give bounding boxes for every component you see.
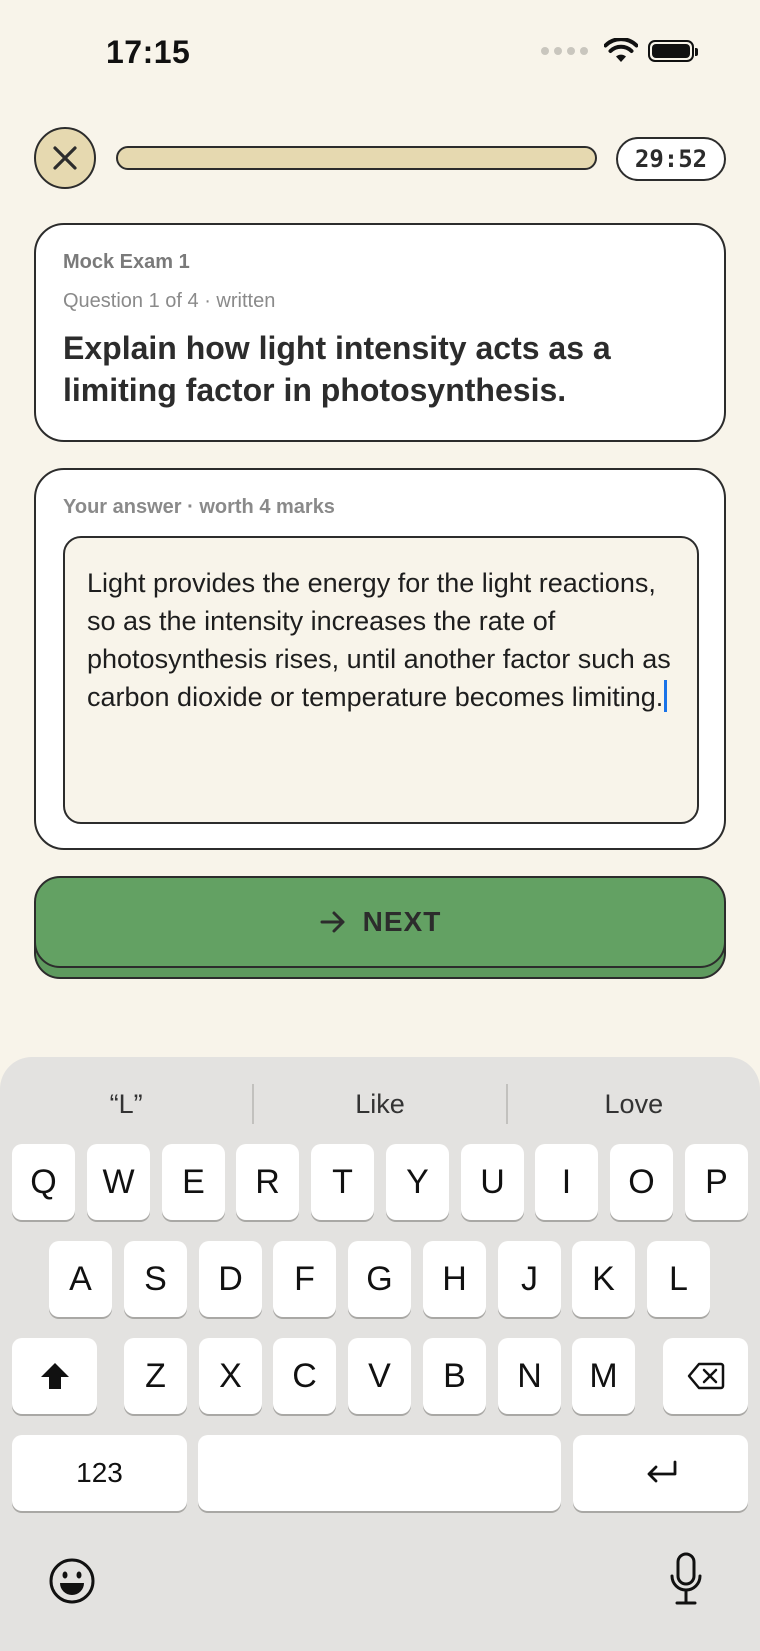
key[interactable]: D bbox=[199, 1241, 262, 1317]
emoji-button[interactable] bbox=[48, 1557, 96, 1605]
return-key[interactable] bbox=[573, 1435, 748, 1511]
suggestion-item[interactable]: Love bbox=[508, 1089, 760, 1120]
key[interactable]: W bbox=[87, 1144, 150, 1220]
key[interactable]: X bbox=[199, 1338, 262, 1414]
suggestion-item[interactable]: Like bbox=[254, 1089, 506, 1120]
key[interactable]: U bbox=[461, 1144, 524, 1220]
key[interactable]: R bbox=[236, 1144, 299, 1220]
key[interactable]: F bbox=[273, 1241, 336, 1317]
key[interactable]: K bbox=[572, 1241, 635, 1317]
dictation-button[interactable] bbox=[668, 1552, 704, 1608]
return-icon bbox=[647, 1460, 676, 1483]
battery-icon bbox=[648, 40, 698, 62]
answer-meta: Your answer · worth 4 marks bbox=[63, 496, 335, 518]
cellular-signal-icon bbox=[541, 47, 588, 55]
shift-key[interactable] bbox=[12, 1338, 97, 1414]
key[interactable]: P bbox=[685, 1144, 748, 1220]
question-text: Explain how light intensity acts as a li… bbox=[63, 330, 611, 408]
emoji-icon bbox=[49, 1558, 95, 1604]
key[interactable]: N bbox=[498, 1338, 561, 1414]
key[interactable]: E bbox=[162, 1144, 225, 1220]
answer-text: Light provides the energy for the light … bbox=[87, 568, 671, 712]
status-icons bbox=[541, 38, 698, 64]
key[interactable]: C bbox=[273, 1338, 336, 1414]
key[interactable]: O bbox=[610, 1144, 673, 1220]
microphone-icon bbox=[670, 1552, 702, 1605]
key[interactable]: Q bbox=[12, 1144, 75, 1220]
answer-input[interactable]: Light provides the energy for the light … bbox=[63, 536, 699, 824]
answer-card: Your answer · worth 4 marks Light provid… bbox=[34, 468, 726, 850]
backspace-key[interactable] bbox=[663, 1338, 748, 1414]
key[interactable]: I bbox=[535, 1144, 598, 1220]
key[interactable]: H bbox=[423, 1241, 486, 1317]
next-button-label: NEXT bbox=[362, 906, 442, 937]
numbers-key[interactable]: 123 bbox=[12, 1435, 187, 1511]
key[interactable]: Y bbox=[386, 1144, 449, 1220]
next-button[interactable]: NEXT bbox=[34, 876, 726, 968]
shift-icon bbox=[40, 1363, 69, 1389]
backspace-icon bbox=[687, 1362, 724, 1390]
text-cursor bbox=[664, 680, 668, 712]
key[interactable]: V bbox=[348, 1338, 411, 1414]
exam-timer: 29:52 bbox=[616, 137, 726, 181]
key[interactable]: Z bbox=[124, 1338, 187, 1414]
key[interactable]: G bbox=[348, 1241, 411, 1317]
space-key[interactable] bbox=[198, 1435, 561, 1511]
key[interactable]: L bbox=[647, 1241, 710, 1317]
close-button[interactable] bbox=[34, 127, 96, 189]
question-card: Mock Exam 1 Question 1 of 4 · written Ex… bbox=[34, 223, 726, 442]
key[interactable]: M bbox=[572, 1338, 635, 1414]
progress-bar bbox=[116, 146, 597, 170]
question-meta: Question 1 of 4 · written bbox=[63, 290, 276, 312]
keyboard: “L” Like Love Q W E R T Y U I O P A S D … bbox=[0, 1057, 760, 1651]
suggestion-item[interactable]: “L” bbox=[0, 1089, 252, 1120]
key[interactable]: J bbox=[498, 1241, 561, 1317]
key[interactable]: A bbox=[49, 1241, 112, 1317]
wifi-icon bbox=[604, 38, 638, 62]
key[interactable]: B bbox=[423, 1338, 486, 1414]
key[interactable]: T bbox=[311, 1144, 374, 1220]
exam-name: Mock Exam 1 bbox=[63, 251, 190, 273]
arrow-right-icon bbox=[320, 911, 345, 933]
status-time: 17:15 bbox=[106, 34, 191, 70]
suggestion-bar: “L” Like Love bbox=[0, 1069, 760, 1139]
key[interactable]: S bbox=[124, 1241, 187, 1317]
close-icon bbox=[53, 146, 77, 170]
